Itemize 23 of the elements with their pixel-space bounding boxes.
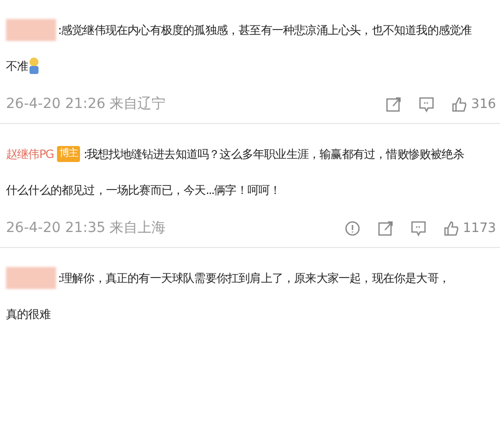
like-count: 1173 bbox=[462, 220, 496, 238]
like-icon[interactable] bbox=[442, 220, 460, 237]
like-count: 316 bbox=[471, 96, 496, 114]
report-icon[interactable] bbox=[344, 220, 361, 237]
comment-text: 真的很难 bbox=[6, 306, 50, 323]
comment-icon[interactable] bbox=[410, 220, 427, 237]
redacted-username bbox=[6, 19, 56, 41]
share-icon[interactable] bbox=[376, 220, 394, 237]
comment-text: :我想找地缝钻进去知道吗？这么多年职业生涯，输赢都有过，惜败惨败被绝杀 bbox=[84, 146, 464, 163]
comment-time: 26-4-20 21:35 bbox=[6, 219, 106, 238]
share-icon[interactable] bbox=[385, 96, 402, 113]
redacted-username bbox=[6, 267, 56, 289]
comment-location: 来自上海 bbox=[109, 219, 166, 238]
comment-location: 来自辽宁 bbox=[109, 95, 166, 114]
comment-text: 什么什么的都见过，一场比赛而已，今天...俩字！呵呵！ bbox=[6, 182, 281, 199]
comment-icon[interactable] bbox=[418, 96, 436, 113]
comment-text: :感觉继伟现在内心有极度的孤独感，甚至有一种悲凉涌上心头，也不知道我的感觉准 bbox=[58, 22, 472, 39]
like-icon[interactable] bbox=[451, 96, 468, 113]
comment-text: :理解你，真正的有一天球队需要你扛到肩上了，原来大家一起，现在你是大哥， bbox=[58, 270, 450, 287]
comment-text: 不准 bbox=[6, 58, 28, 75]
author-badge: 博主 bbox=[57, 146, 80, 162]
username[interactable]: 赵继伟PG bbox=[6, 136, 54, 172]
comment-time: 26-4-20 21:26 bbox=[6, 95, 106, 114]
